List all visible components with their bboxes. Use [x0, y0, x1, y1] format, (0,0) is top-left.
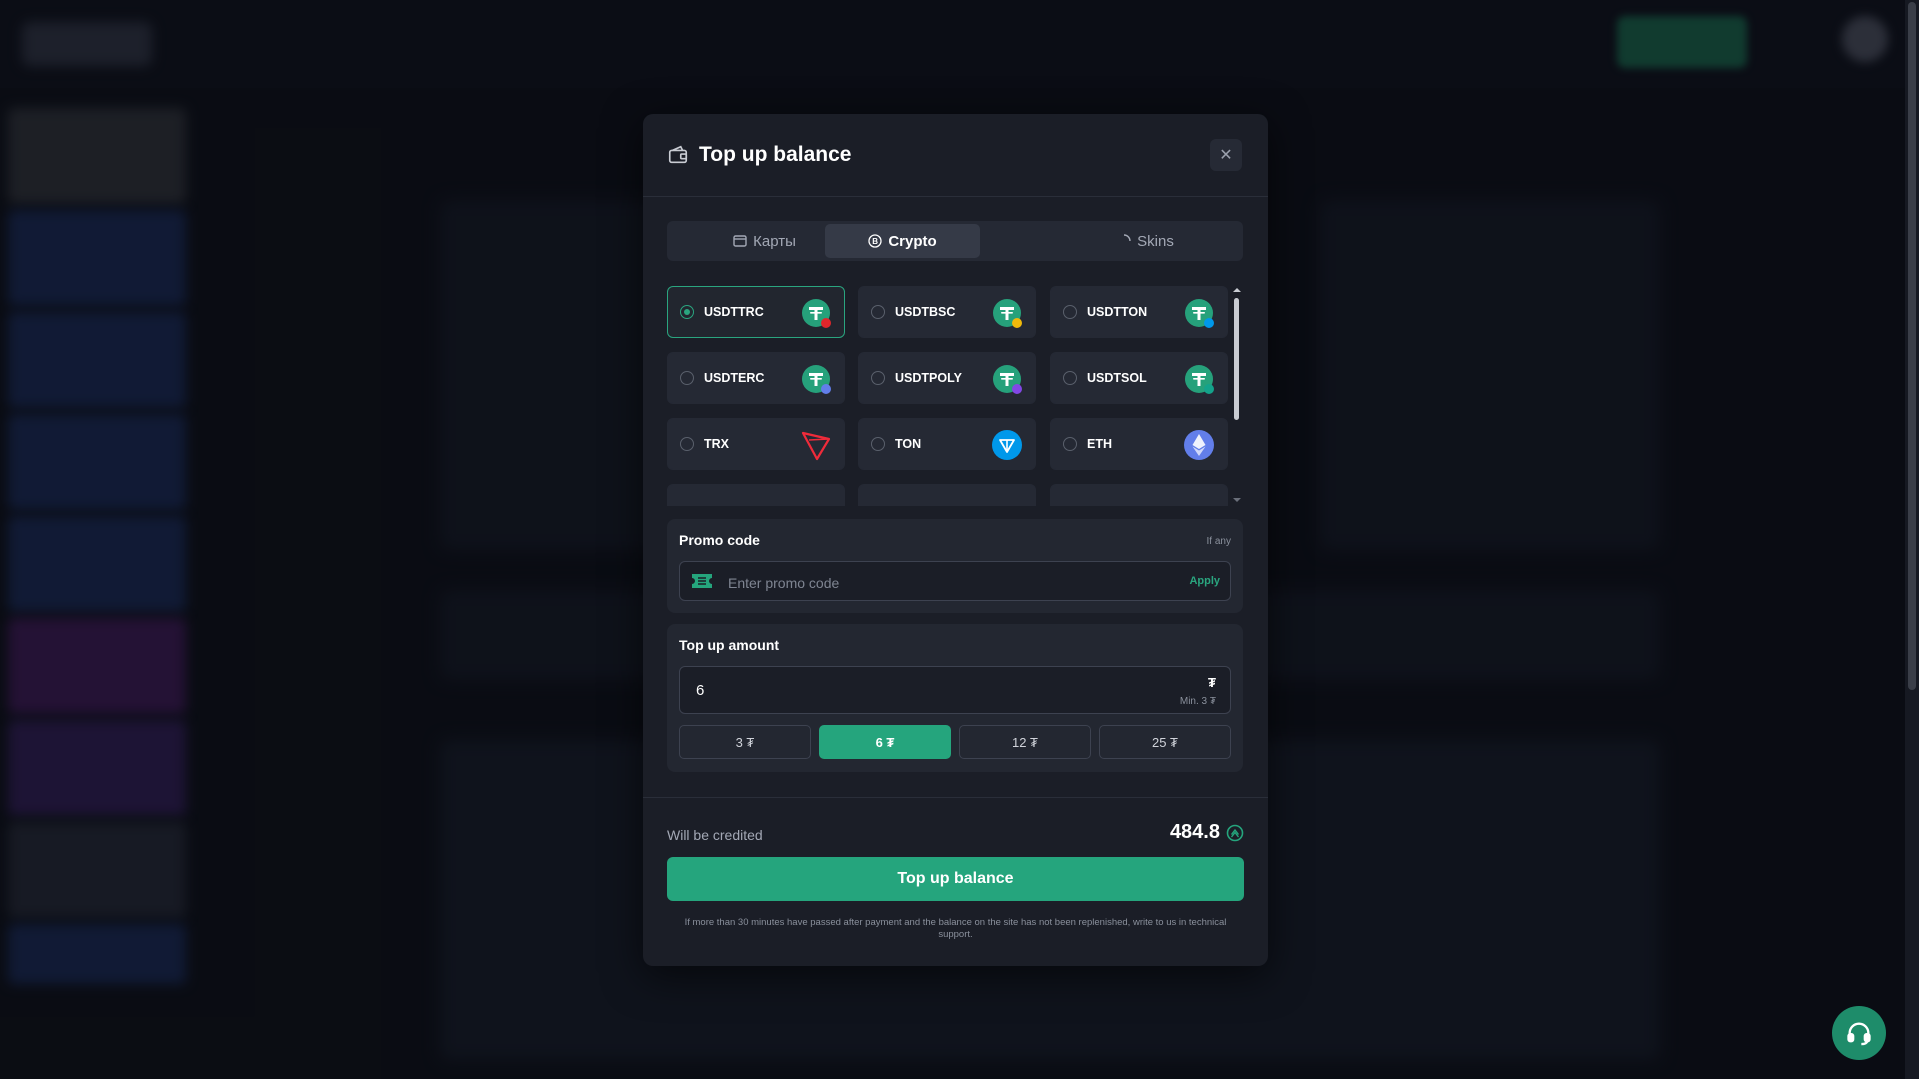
method-list-scroll-thumb[interactable] [1234, 298, 1239, 420]
method-eth[interactable]: ETH [1050, 418, 1228, 470]
divider [643, 797, 1268, 798]
method-usdtton[interactable]: USDTTON [1050, 286, 1228, 338]
method-card-partial[interactable] [1050, 484, 1228, 506]
preset-amount-button[interactable]: 3 ₮ [679, 725, 811, 759]
method-label: USDTTRC [704, 305, 764, 319]
radio[interactable] [1063, 437, 1077, 451]
radio[interactable] [680, 371, 694, 385]
tether-bsc-icon [993, 299, 1022, 328]
preset-amount-button[interactable]: 12 ₮ [959, 725, 1091, 759]
tab-label: Crypto [888, 232, 937, 250]
spinner-icon [1117, 234, 1131, 248]
method-usdtbsc[interactable]: USDTBSC [858, 286, 1036, 338]
tab-label: Карты [753, 232, 796, 250]
tether-erc-icon [802, 365, 831, 394]
top-up-modal: Top up balance ✕ Карты B Crypto Skins US… [643, 114, 1268, 966]
promo-code-label: Promo code [679, 532, 760, 548]
ton-icon [992, 430, 1022, 460]
tether-trc-icon [802, 299, 831, 328]
promo-code-input[interactable] [726, 572, 1150, 594]
svg-text:B: B [873, 237, 879, 246]
method-label: TRX [704, 437, 729, 451]
method-trx[interactable]: TRX [667, 418, 845, 470]
method-label: USDTBSC [895, 305, 956, 319]
method-usdtpoly[interactable]: USDTPOLY [858, 352, 1036, 404]
tether-ton-icon [1185, 299, 1214, 328]
coin-icon [1226, 824, 1244, 842]
close-icon: ✕ [1219, 147, 1233, 164]
page-scrollbar[interactable] [1905, 0, 1919, 1079]
page-scrollbar-thumb[interactable] [1908, 2, 1916, 690]
bitcoin-icon: B [868, 234, 882, 248]
payment-tabs: Карты B Crypto Skins [667, 221, 1243, 261]
modal-header: Top up balance ✕ [643, 114, 1268, 197]
headset-icon [1847, 1022, 1871, 1046]
preset-amount-button[interactable]: 25 ₮ [1099, 725, 1231, 759]
radio[interactable] [1063, 371, 1077, 385]
card-icon [733, 235, 747, 247]
method-label: USDTPOLY [895, 371, 962, 385]
top-up-balance-button[interactable]: Top up balance [667, 857, 1244, 901]
method-card-partial[interactable] [667, 484, 845, 506]
tether-sol-icon [1185, 365, 1214, 394]
method-usdterc[interactable]: USDTERC [667, 352, 845, 404]
tether-poly-icon [993, 365, 1022, 394]
top-up-amount-section: Top up amount 6 ₮ Min. 3 ₮ 3 ₮ 6 ₮ 12 ₮ … [667, 624, 1243, 772]
close-button[interactable]: ✕ [1210, 139, 1242, 171]
credited-value: 484.8 [1169, 821, 1220, 843]
method-card-partial[interactable] [858, 484, 1036, 506]
crypto-method-list[interactable]: USDTTRC USDTBSC USDTTON USDTERC USDTPOLY… [667, 286, 1243, 506]
tron-icon [801, 431, 831, 461]
method-label: USDTERC [704, 371, 765, 385]
support-button[interactable] [1832, 1006, 1886, 1060]
promo-code-section: Promo code If any Apply [667, 519, 1243, 613]
modal-title: Top up balance [699, 143, 852, 166]
method-label: TON [895, 437, 922, 451]
ethereum-icon [1184, 430, 1214, 460]
wallet-icon [667, 144, 689, 171]
method-usdtsol[interactable]: USDTSOL [1050, 352, 1228, 404]
tab-crypto[interactable]: B Crypto [825, 224, 980, 258]
radio[interactable] [680, 437, 694, 451]
promo-code-hint: If any [1206, 536, 1231, 547]
method-label: ETH [1087, 437, 1112, 451]
apply-promo-button[interactable]: Apply [1189, 575, 1220, 587]
currency-symbol: ₮ [1208, 675, 1216, 690]
radio-selected[interactable] [680, 305, 694, 319]
support-note: If more than 30 minutes have passed afte… [684, 917, 1227, 940]
radio[interactable] [1063, 305, 1077, 319]
radio[interactable] [871, 437, 885, 451]
method-label: USDTSOL [1087, 371, 1147, 385]
scroll-up-arrow-icon[interactable] [1231, 286, 1243, 294]
ticket-icon [692, 574, 712, 588]
scroll-down-arrow-icon[interactable] [1231, 496, 1243, 504]
promo-code-input-wrapper: Apply [679, 561, 1231, 601]
method-ton[interactable]: TON [858, 418, 1036, 470]
method-label: USDTTON [1087, 305, 1148, 319]
tab-label: Skins [1137, 232, 1174, 250]
method-usdttrc[interactable]: USDTTRC [667, 286, 845, 338]
credited-label: Will be credited [667, 827, 763, 843]
min-amount-hint: Min. 3 ₮ [1179, 696, 1216, 707]
top-up-amount-label: Top up amount [679, 637, 780, 653]
amount-input[interactable]: 6 ₮ Min. 3 ₮ [679, 666, 1231, 714]
amount-value[interactable]: 6 [696, 682, 704, 699]
preset-amount-button[interactable]: 6 ₮ [819, 725, 951, 759]
radio[interactable] [871, 371, 885, 385]
radio[interactable] [871, 305, 885, 319]
tab-skins[interactable]: Skins [1051, 224, 1240, 258]
